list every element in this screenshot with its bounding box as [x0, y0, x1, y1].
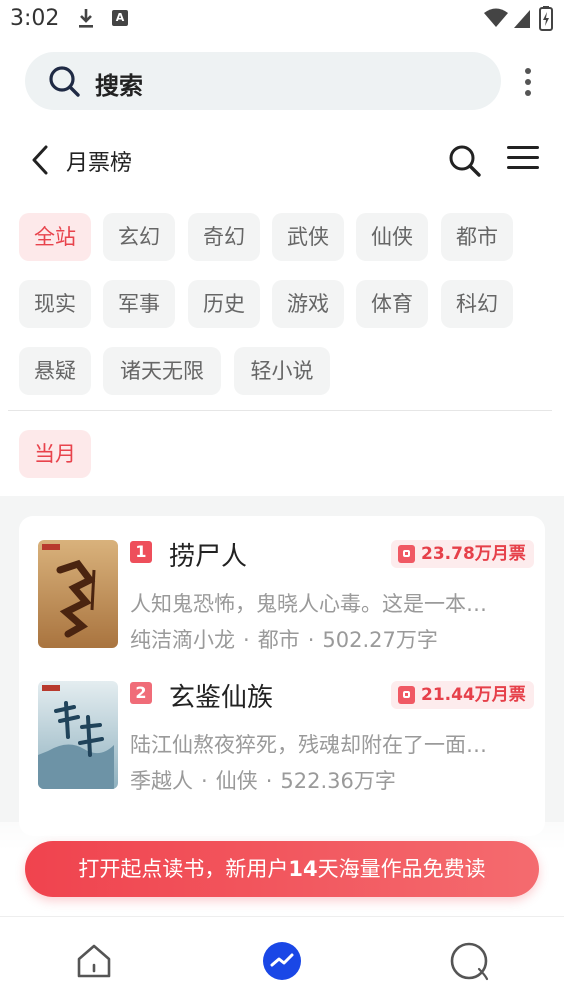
- separator-dot: ·: [243, 628, 250, 652]
- chip-category[interactable]: 科幻: [441, 280, 513, 328]
- divider: [8, 410, 552, 411]
- book-word-count: 522.36万字: [280, 769, 396, 793]
- ranking-card: 1 捞尸人 23.78万月票 人知鬼恐怖，鬼晓人心毒。这是一本… 纯洁滴小龙 · 都…: [19, 516, 545, 836]
- chip-category[interactable]: 体育: [356, 280, 428, 328]
- book-description: 陆江仙熬夜猝死，残魂却附在了一面…: [130, 733, 487, 757]
- chip-category[interactable]: 军事: [103, 280, 175, 328]
- rank-badge: 2: [130, 682, 152, 704]
- signal-icon: [514, 10, 530, 28]
- download-icon: [79, 9, 93, 28]
- chip-category[interactable]: 游戏: [272, 280, 344, 328]
- book-title[interactable]: 玄鉴仙族: [169, 677, 273, 714]
- book-cover[interactable]: [38, 540, 118, 648]
- monthly-votes: 23.78万月票: [421, 544, 526, 564]
- bottom-navigation: [0, 916, 564, 1004]
- chip-category[interactable]: 诸天无限: [103, 347, 221, 395]
- book-cover[interactable]: [38, 681, 118, 789]
- rank-badge: 1: [130, 541, 152, 563]
- book-title[interactable]: 捞尸人: [169, 536, 247, 573]
- book-author[interactable]: 季越人: [130, 769, 193, 793]
- ticket-icon: [398, 545, 415, 563]
- book-meta: 季越人 · 仙侠 · 522.36万字: [130, 765, 396, 795]
- monthly-votes-badge: 23.78万月票: [391, 540, 534, 568]
- book-author[interactable]: 纯洁滴小龙: [130, 628, 235, 652]
- book-genre: 都市: [257, 628, 300, 652]
- book-genre: 仙侠: [215, 769, 258, 793]
- promo-text-prefix: 打开起点读书，新用户: [78, 857, 289, 881]
- discover-icon[interactable]: [262, 941, 302, 981]
- header-search-icon[interactable]: [447, 143, 483, 179]
- chip-category[interactable]: 都市: [441, 213, 513, 261]
- book-description: 人知鬼恐怖，鬼晓人心毒。这是一本…: [130, 592, 487, 616]
- book-word-count: 502.27万字: [322, 628, 438, 652]
- ticket-icon: [398, 686, 415, 704]
- chip-category[interactable]: 轻小说: [234, 347, 330, 395]
- separator-dot: ·: [201, 769, 208, 793]
- chip-period[interactable]: 当月: [19, 430, 91, 478]
- promo-text-suffix: 天海量作品免费读: [317, 857, 486, 881]
- chip-category[interactable]: 仙侠: [356, 213, 428, 261]
- menu-icon[interactable]: [505, 143, 541, 173]
- home-icon[interactable]: [74, 941, 114, 981]
- chip-category[interactable]: 现实: [19, 280, 91, 328]
- separator-dot: ·: [265, 769, 273, 793]
- book-item[interactable]: 1 捞尸人 23.78万月票 人知鬼恐怖，鬼晓人心毒。这是一本… 纯洁滴小龙 · 都…: [19, 516, 545, 656]
- promo-days: 14: [288, 857, 318, 881]
- search-bar[interactable]: 搜索: [25, 52, 501, 110]
- chip-category[interactable]: 悬疑: [19, 347, 91, 395]
- chip-category[interactable]: 历史: [188, 280, 260, 328]
- profile-icon[interactable]: [449, 941, 489, 981]
- search-icon: [49, 66, 80, 97]
- open-app-promo-button[interactable]: 打开起点读书，新用户14天海量作品免费读: [25, 841, 539, 897]
- chip-category[interactable]: 玄幻: [103, 213, 175, 261]
- book-item[interactable]: 2 玄鉴仙族 21.44万月票 陆江仙熬夜猝死，残魂却附在了一面… 季越人 · 仙侠…: [19, 657, 545, 797]
- more-vert-icon[interactable]: [520, 66, 536, 98]
- chip-category[interactable]: 奇幻: [188, 213, 260, 261]
- battery-icon: [539, 6, 553, 31]
- book-meta: 纯洁滴小龙 · 都市 · 502.27万字: [130, 624, 438, 654]
- search-placeholder: 搜索: [95, 72, 143, 100]
- chip-category[interactable]: 全站: [19, 213, 91, 261]
- monthly-votes-badge: 21.44万月票: [391, 681, 534, 709]
- back-icon[interactable]: [28, 144, 52, 176]
- wifi-icon: [484, 8, 508, 27]
- notification-a-icon: A: [112, 10, 128, 26]
- chip-category[interactable]: 武侠: [272, 213, 344, 261]
- monthly-votes: 21.44万月票: [421, 685, 526, 705]
- status-time: 3:02: [10, 6, 60, 31]
- separator-dot: ·: [307, 628, 315, 652]
- page-title: 月票榜: [66, 151, 133, 176]
- status-indicators: [484, 6, 553, 31]
- status-bar: 3:02 A: [0, 0, 564, 40]
